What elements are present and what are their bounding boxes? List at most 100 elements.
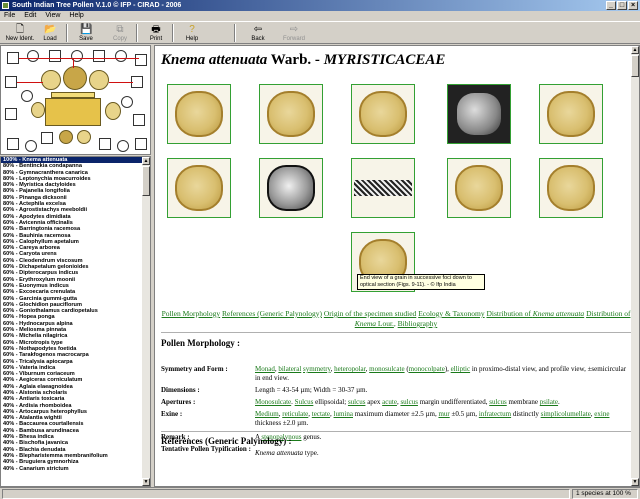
- tentative-label: Tentative Pollen Typification :: [161, 445, 251, 453]
- menu-file[interactable]: File: [4, 11, 15, 21]
- scroll-up-arrow-icon[interactable]: ▲: [631, 46, 639, 54]
- term-monocolpate[interactable]: monocolpate: [409, 365, 445, 373]
- pollen-image-thumbnail[interactable]: [447, 158, 511, 218]
- link-distribution-species[interactable]: Distribution of Knema attenuata: [486, 309, 584, 318]
- pollen-image-thumbnail[interactable]: [259, 158, 323, 218]
- term-lumina[interactable]: lumina: [334, 410, 353, 418]
- key-box[interactable]: [117, 140, 129, 152]
- pollen-image-thumbnail[interactable]: [167, 158, 231, 218]
- pollen-image-thumbnail[interactable]: [351, 158, 415, 218]
- term-bilateral[interactable]: bilateral: [278, 365, 301, 373]
- identification-key-diagram[interactable]: [0, 45, 151, 155]
- term-exine[interactable]: exine: [594, 410, 609, 418]
- term-symmetry[interactable]: symmetry: [303, 365, 331, 373]
- term-monad[interactable]: Monad: [255, 365, 275, 373]
- save-button[interactable]: 💾 Save: [68, 22, 104, 44]
- term-infratectum[interactable]: infratectum: [479, 410, 511, 418]
- menu-help[interactable]: Help: [69, 11, 83, 21]
- pollen-image-thumbnail[interactable]: [539, 84, 603, 144]
- maximize-button[interactable]: □: [617, 1, 627, 10]
- link-ecology-taxonomy[interactable]: Ecology & Taxonomy: [418, 309, 484, 318]
- key-box[interactable]: [115, 50, 127, 62]
- section-divider: [161, 332, 631, 333]
- pollen-grain-pictogram[interactable]: [63, 66, 87, 90]
- term-acute[interactable]: acute: [382, 398, 397, 406]
- species-list[interactable]: 100% - Knema attenuata 80% - Bentinckia c…: [0, 156, 151, 487]
- pollen-image-thumbnail[interactable]: [447, 84, 511, 144]
- species-list-item[interactable]: 40% - Canarium strictum: [1, 466, 143, 472]
- link-references[interactable]: References (Generic Palynology): [222, 309, 322, 318]
- key-box[interactable]: [135, 54, 147, 66]
- window-titlebar: South Indian Tree Pollen V.1.0 © IFP - C…: [0, 0, 640, 11]
- pollen-grain-pictogram[interactable]: [59, 130, 73, 144]
- key-box[interactable]: [7, 138, 19, 150]
- term-medium[interactable]: Medium: [255, 410, 279, 418]
- key-box[interactable]: [41, 132, 53, 144]
- pollen-grain-pictogram[interactable]: [41, 70, 61, 90]
- key-box[interactable]: [7, 52, 19, 64]
- print-button[interactable]: 🖶 Print: [138, 22, 174, 44]
- pollen-grain-pictogram[interactable]: [105, 102, 121, 120]
- back-button[interactable]: ⇦ Back: [240, 22, 276, 44]
- key-box[interactable]: [5, 108, 17, 120]
- pollen-grain-pictogram[interactable]: [31, 102, 45, 118]
- exine-structure-pictogram[interactable]: [45, 98, 101, 126]
- scrollbar-thumb[interactable]: [631, 55, 639, 77]
- key-box[interactable]: [21, 90, 33, 102]
- scroll-down-arrow-icon[interactable]: ▼: [631, 478, 639, 486]
- dimensions-value: Length = 43-54 µm; Width = 30-37 µm.: [255, 386, 368, 394]
- key-box[interactable]: [93, 50, 105, 62]
- term-elliptic[interactable]: elliptic: [451, 365, 470, 373]
- pollen-image-thumbnail[interactable]: [259, 84, 323, 144]
- key-box[interactable]: [49, 50, 61, 62]
- minimize-button[interactable]: _: [606, 1, 616, 10]
- key-box[interactable]: [135, 138, 147, 150]
- term-reticulate[interactable]: reticulate: [282, 410, 308, 418]
- menu-view[interactable]: View: [45, 11, 60, 21]
- term-heteropolar[interactable]: heteropolar: [334, 365, 366, 373]
- link-origin[interactable]: Origin of the specimen studied: [324, 309, 416, 318]
- symmetry-value: Monad, bilateral symmetry, heteropolar, …: [255, 365, 627, 382]
- term-sulcus[interactable]: Sulcus: [295, 398, 314, 406]
- dimensions-label: Dimensions :: [161, 386, 200, 394]
- scroll-down-arrow-icon[interactable]: ▼: [142, 478, 150, 486]
- pollen-image-thumbnail[interactable]: [351, 84, 415, 144]
- key-box[interactable]: [25, 140, 37, 152]
- key-box[interactable]: [99, 138, 111, 150]
- menu-bar: File Edit View Help: [0, 11, 640, 21]
- key-connector-line: [19, 58, 139, 59]
- copy-button[interactable]: ⧉ Copy: [102, 22, 138, 44]
- term-psilate[interactable]: psilate: [540, 398, 558, 406]
- key-box[interactable]: [121, 96, 133, 108]
- term-sulcus[interactable]: sulcus: [400, 398, 418, 406]
- term-mur[interactable]: mur: [438, 410, 449, 418]
- load-button[interactable]: 📂 Load: [32, 22, 68, 44]
- menu-edit[interactable]: Edit: [24, 11, 36, 21]
- tectum-pictogram[interactable]: [51, 92, 95, 98]
- term-monosulcate[interactable]: monosulcate: [369, 365, 404, 373]
- forward-button[interactable]: ⇨ Forward: [276, 22, 312, 44]
- key-box[interactable]: [27, 50, 39, 62]
- pollen-image-thumbnail[interactable]: [539, 158, 603, 218]
- key-box[interactable]: [133, 114, 145, 126]
- detail-scrollbar[interactable]: ▲ ▼: [631, 46, 639, 486]
- link-bibliography[interactable]: Bibliography: [398, 319, 438, 328]
- link-pollen-morphology[interactable]: Pollen Morphology: [162, 309, 221, 318]
- scrollbar-thumb[interactable]: [142, 166, 150, 196]
- term-simplicolumellate[interactable]: simplicolumellate: [541, 410, 591, 418]
- pollen-image-thumbnail[interactable]: [167, 84, 231, 144]
- term-tectate[interactable]: tectate: [312, 410, 330, 418]
- window-title: South Indian Tree Pollen V.1.0 © IFP - C…: [12, 2, 182, 9]
- term-sulcus[interactable]: sulcus: [489, 398, 507, 406]
- species-list-scrollbar[interactable]: ▲ ▼: [142, 157, 150, 486]
- close-button[interactable]: ×: [628, 1, 638, 10]
- pollen-grain-pictogram[interactable]: [77, 130, 91, 144]
- term-sulcus[interactable]: sulcus: [348, 398, 366, 406]
- key-box[interactable]: [5, 76, 17, 88]
- term-monosulcate[interactable]: Monosulcate: [255, 398, 291, 406]
- new-document-icon: 🗋: [15, 24, 25, 35]
- pollen-grain-pictogram[interactable]: [89, 70, 109, 90]
- arrow-right-icon: ⇨: [289, 24, 299, 35]
- help-button[interactable]: ? Help: [174, 22, 210, 44]
- scroll-up-arrow-icon[interactable]: ▲: [142, 157, 150, 165]
